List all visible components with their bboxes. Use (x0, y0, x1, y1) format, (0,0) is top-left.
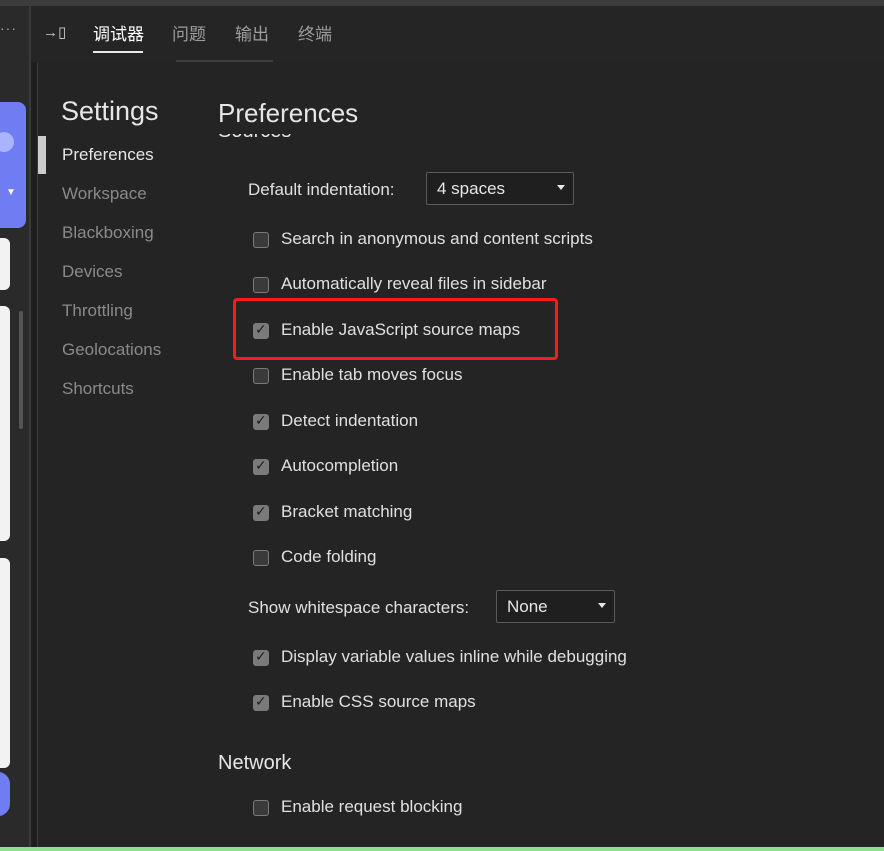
background-scrollbar (19, 311, 23, 429)
nav-item-devices[interactable]: Devices (62, 262, 122, 282)
checkbox-label: Display variable values inline while deb… (281, 647, 627, 666)
settings-panel: Settings Preferences Workspace Blackboxi… (37, 62, 884, 851)
nav-item-workspace[interactable]: Workspace (62, 184, 147, 204)
default-indentation-label: Default indentation: (248, 180, 395, 199)
highlight-annotation-box (233, 298, 558, 360)
whitespace-select[interactable]: None (496, 590, 615, 623)
nav-item-blackboxing[interactable]: Blackboxing (62, 223, 154, 243)
checkbox[interactable] (253, 277, 269, 293)
checkbox[interactable]: ✓ (253, 648, 269, 666)
more-icon: ··· (0, 20, 17, 36)
checkbox-label: Detect indentation (281, 411, 419, 430)
section-heading-sources: Sources (218, 134, 291, 143)
nav-item-shortcuts[interactable]: Shortcuts (62, 379, 134, 399)
section-heading-network: Network (218, 752, 292, 774)
checkbox[interactable] (253, 800, 269, 816)
checkbox[interactable]: ✓ (253, 457, 269, 475)
checkmark-icon: ✓ (255, 503, 267, 519)
checkbox-label: Search in anonymous and content scripts (281, 229, 593, 248)
checkbox-label: Enable tab moves focus (281, 365, 463, 384)
tab-debugger[interactable]: 调试器 (93, 20, 144, 45)
checkbox[interactable]: ✓ (253, 693, 269, 711)
avatar-icon (0, 132, 14, 152)
background-app-strip: ··· ▼ (0, 6, 29, 851)
settings-title: Settings (61, 96, 159, 126)
background-app-header: ▼ (0, 102, 26, 228)
active-tab-indicator (93, 51, 143, 53)
nav-item-throttling[interactable]: Throttling (62, 301, 133, 321)
whitespace-label: Show whitespace characters: (248, 598, 470, 617)
panel-separator (29, 6, 31, 851)
checkmark-icon: ✓ (255, 648, 267, 664)
default-indentation-value: 4 spaces (437, 179, 506, 198)
bottom-status-strip (0, 847, 884, 851)
checkbox-label: Enable CSS source maps (281, 692, 476, 711)
checkbox[interactable] (253, 232, 269, 248)
preferences-title: Preferences (218, 98, 359, 128)
dropdown-icon: ▼ (6, 187, 16, 198)
background-floating-button (0, 772, 10, 816)
chevron-down-icon (598, 603, 606, 608)
checkbox-label: Automatically reveal files in sidebar (281, 274, 547, 293)
checkmark-icon: ✓ (255, 457, 267, 473)
tab-terminal[interactable]: 终端 (298, 20, 332, 45)
checkbox-label: Enable request blocking (281, 797, 463, 816)
nav-item-preferences[interactable]: Preferences (62, 145, 154, 165)
default-indentation-select[interactable]: 4 spaces (426, 172, 574, 205)
nav-item-geolocations[interactable]: Geolocations (62, 340, 161, 360)
checkmark-icon: ✓ (255, 693, 267, 709)
nav-active-marker (38, 136, 46, 174)
checkbox-label: Autocompletion (281, 456, 399, 475)
checkmark-icon: ✓ (255, 412, 267, 428)
dock-side-icon[interactable]: →▯ (43, 23, 66, 41)
tab-problems[interactable]: 问题 (172, 20, 206, 45)
background-card (0, 238, 10, 290)
background-card (0, 306, 10, 541)
checkbox[interactable]: ✓ (253, 412, 269, 430)
checkbox-label: Bracket matching (281, 502, 413, 521)
whitespace-value: None (507, 597, 548, 616)
checkbox[interactable] (253, 550, 269, 566)
checkbox[interactable]: ✓ (253, 503, 269, 521)
preferences-content[interactable]: Sources Default indentation: 4 spaces Se… (218, 134, 878, 851)
background-card (0, 558, 10, 768)
devtools-tab-bar: →▯ 调试器 问题 输出 终端 (31, 6, 884, 62)
checkbox-label: Code folding (281, 547, 377, 566)
chevron-down-icon (557, 185, 565, 190)
checkbox[interactable] (253, 368, 269, 384)
tab-output[interactable]: 输出 (235, 20, 269, 45)
